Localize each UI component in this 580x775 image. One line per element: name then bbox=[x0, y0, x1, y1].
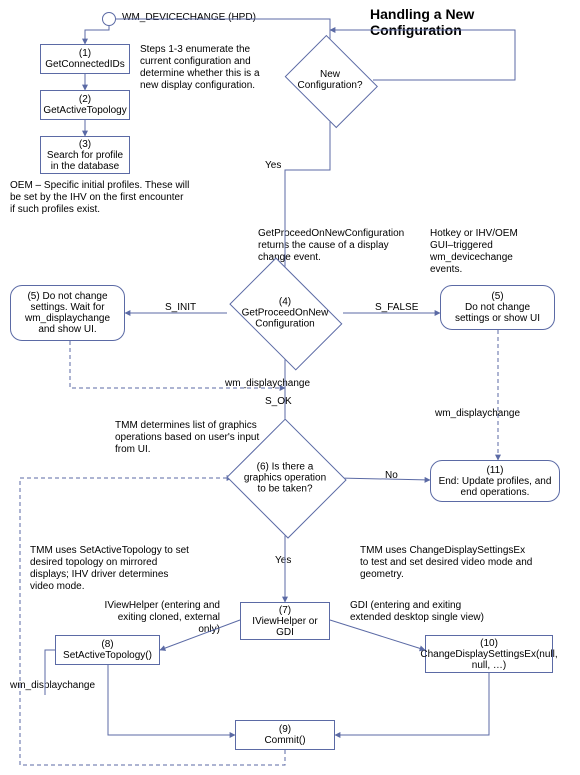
annot-steps: Steps 1-3 enumerate the current configur… bbox=[140, 44, 270, 92]
annot-tmm8: TMM uses SetActiveTopology to set desire… bbox=[30, 545, 190, 593]
decision-get-proceed: (4) GetProceedOnNew Configuration bbox=[220, 268, 350, 358]
start-label: WM_DEVICECHANGE (HPD) bbox=[122, 12, 256, 24]
annot-oem: OEM – Specific initial profiles. These w… bbox=[10, 180, 190, 216]
node-iviewhelper-gdi: (7) IViewHelper or GDI bbox=[240, 602, 330, 640]
decision-graphics-op: (6) Is there a graphics operation to be … bbox=[225, 420, 345, 535]
decision-new-configuration: New Configuration? bbox=[280, 40, 380, 120]
node-no-change-right: (5) Do not change settings or show UI bbox=[440, 285, 555, 330]
label-wm-displaychange-right: wm_displaychange bbox=[435, 408, 520, 419]
node-get-connected-ids: (1) GetConnectedIDs bbox=[40, 44, 130, 74]
node-commit: (9) Commit() bbox=[235, 720, 335, 750]
annot-tmm10: TMM uses ChangeDisplaySettingsEx to test… bbox=[360, 545, 535, 581]
node-no-change-left: (5) Do not change settings. Wait for wm_… bbox=[10, 285, 125, 341]
node-set-active-topology: (8) SetActiveTopology() bbox=[55, 635, 160, 665]
start-event bbox=[102, 12, 116, 26]
decision-graphics-op-label: (6) Is there a graphics operation to be … bbox=[243, 461, 327, 494]
label-s-init: S_INIT bbox=[165, 302, 196, 313]
decision-get-proceed-label: (4) GetProceedOnNew Configuration bbox=[234, 297, 335, 330]
annot-cause: GetProceedOnNewConfiguration returns the… bbox=[258, 228, 423, 264]
decision-new-configuration-label: New Configuration? bbox=[295, 69, 365, 91]
node-end: (11) End: Update profiles, and end opera… bbox=[430, 460, 560, 502]
annot-iview: IViewHelper (entering and exiting cloned… bbox=[95, 600, 220, 636]
node-search-profile: (3) Search for profile in the database bbox=[40, 136, 130, 174]
label-s-false: S_FALSE bbox=[375, 302, 418, 313]
node-change-display-settings: (10) ChangeDisplaySettingsEx(null, null,… bbox=[425, 635, 553, 673]
label-s-ok: S_OK bbox=[265, 396, 292, 407]
label-wm-displaychange-center: wm_displaychange bbox=[225, 378, 310, 389]
label-yes-2: Yes bbox=[275, 555, 291, 566]
page-title: Handling a New Configuration bbox=[370, 6, 550, 38]
label-no: No bbox=[385, 470, 398, 481]
label-yes-1: Yes bbox=[265, 160, 281, 171]
node-get-active-topology: (2) GetActiveTopology bbox=[40, 90, 130, 120]
annot-hotkey: Hotkey or IHV/OEM GUI–triggered wm_devic… bbox=[430, 228, 540, 276]
annot-gdi: GDI (entering and exiting extended deskt… bbox=[350, 600, 500, 624]
label-wm-displaychange-left: wm_displaychange bbox=[10, 680, 95, 692]
